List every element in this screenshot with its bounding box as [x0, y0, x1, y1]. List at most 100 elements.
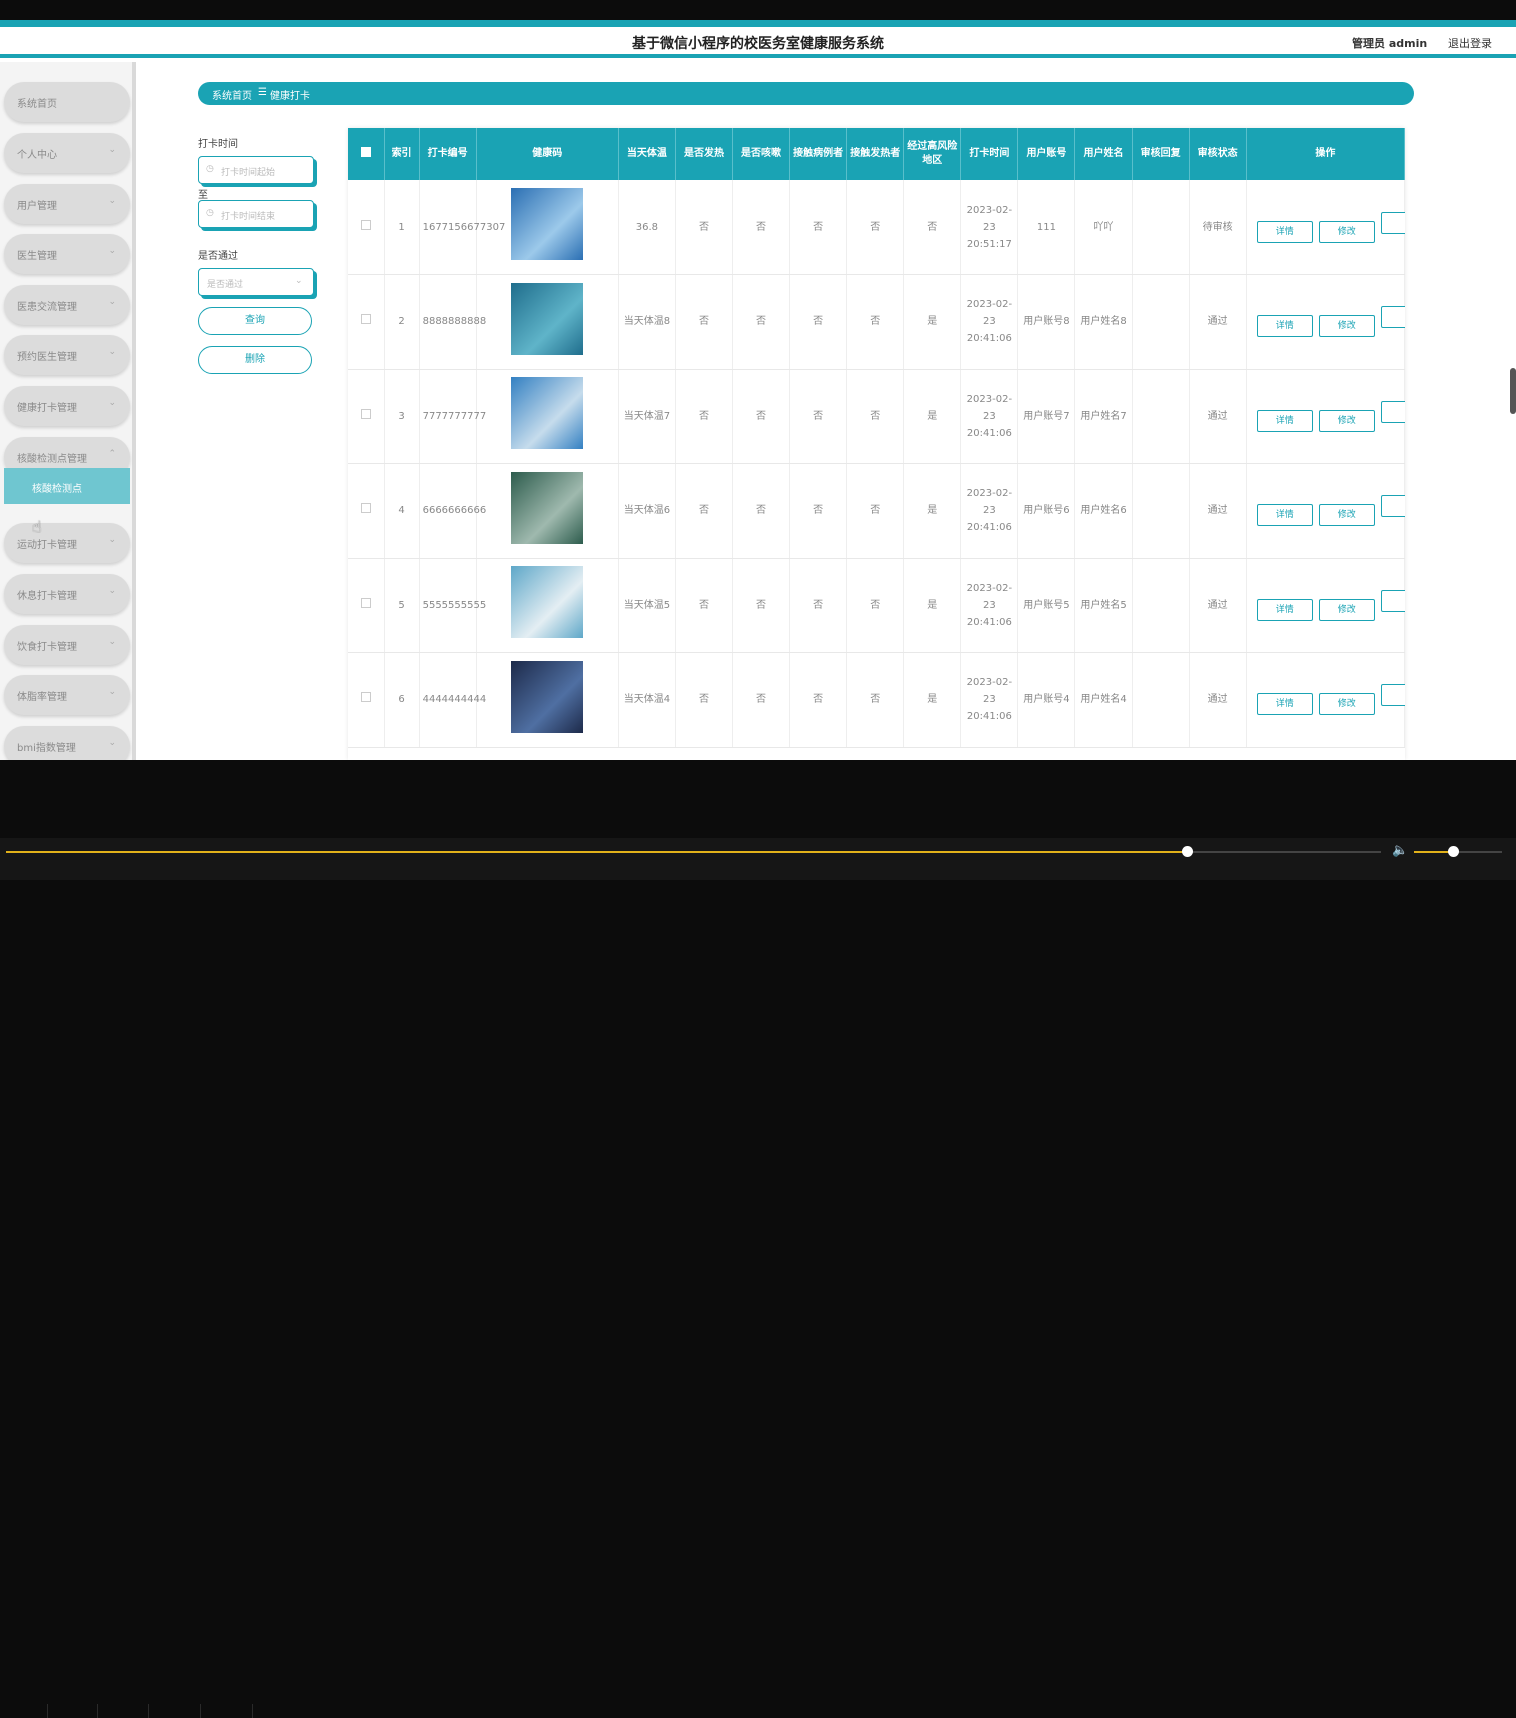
cell-risk: 是 [903, 369, 962, 464]
detail-button[interactable]: 详情 [1256, 315, 1313, 338]
sidebar-item[interactable]: 医患交流管理 ⌄ [4, 285, 130, 325]
cell-time: 2023-02-23 20:41:06 [960, 652, 1019, 748]
detail-button[interactable]: 详情 [1256, 504, 1313, 527]
page-title: 基于微信小程序的校医务室健康服务系统 [632, 36, 884, 52]
clock-icon: ◷ [206, 208, 214, 218]
delete-row-button[interactable] [1380, 589, 1405, 612]
edit-button[interactable]: 修改 [1318, 220, 1375, 243]
column-header: 是否发热 [675, 128, 734, 180]
sidebar-item-label: 预约医生管理 [17, 352, 77, 363]
sidebar-item[interactable]: 医生管理 ⌄ [4, 234, 130, 274]
row-checkbox[interactable] [360, 219, 371, 230]
select-all-checkbox[interactable] [348, 128, 385, 180]
app-window: 基于微信小程序的校医务室健康服务系统 管理员 admin 退出登录 bmi指数管… [0, 27, 1516, 760]
row-checkbox-cell[interactable] [348, 558, 385, 653]
sidebar-item[interactable]: 用户管理 ⌄ [4, 184, 130, 224]
volume-fill [1414, 851, 1453, 853]
end-time-input[interactable]: ◷ 打卡时间结束 [198, 200, 314, 228]
delete-row-button[interactable] [1380, 495, 1405, 518]
volume-knob[interactable] [1447, 846, 1459, 857]
cell-name: 用户姓名4 [1074, 652, 1133, 748]
row-checkbox-cell[interactable] [348, 180, 385, 275]
delete-button[interactable]: 删除 [198, 346, 312, 374]
edit-button[interactable]: 修改 [1318, 315, 1375, 338]
sidebar-item[interactable]: 健康打卡管理 ⌄ [4, 386, 130, 426]
pass-select[interactable]: 是否通过 ⌄ [198, 268, 314, 296]
actions-cell: 详情 修改 [1246, 463, 1405, 559]
sidebar-item[interactable]: 运动打卡管理 ⌄ [4, 523, 130, 563]
sidebar-item[interactable]: 个人中心 ⌄ [4, 133, 130, 173]
scrollbar-thumb[interactable] [1510, 368, 1516, 414]
query-button[interactable]: 查询 [198, 307, 312, 335]
health-code-image[interactable] [511, 282, 584, 355]
health-code-cell [476, 369, 619, 464]
cell-cough: 否 [732, 274, 791, 370]
column-header: 接触发热者 [846, 128, 905, 180]
breadcrumb-home[interactable]: 系统首页 [212, 87, 252, 102]
row-checkbox[interactable] [360, 503, 371, 514]
sidebar-item-label: 医生管理 [17, 251, 57, 262]
health-code-image[interactable] [511, 188, 584, 260]
sidebar-item[interactable]: 系统首页 [4, 82, 130, 122]
edit-button[interactable]: 修改 [1318, 504, 1375, 527]
table-header-row: 索引 打卡编号 健康码 当天体温 是否发热 是否咳嗽 接触病例者 接触发热者 经过高风险地区 打卡… [348, 128, 1405, 180]
column-header: 当天体温 [618, 128, 676, 180]
edit-button[interactable]: 修改 [1318, 598, 1375, 621]
row-checkbox[interactable] [360, 597, 371, 608]
delete-row-button[interactable] [1380, 684, 1405, 707]
cell-reply [1132, 274, 1190, 370]
sidebar-item[interactable]: 饮食打卡管理 ⌄ [4, 625, 130, 665]
detail-button[interactable]: 详情 [1256, 598, 1313, 621]
row-checkbox-cell[interactable] [348, 652, 385, 748]
delete-row-button[interactable] [1380, 211, 1405, 234]
cell-no: 1677156677307 [419, 180, 505, 275]
user-label[interactable]: 管理员 admin [1352, 35, 1427, 51]
sidebar-item-label: 健康打卡管理 [17, 403, 77, 414]
cell-cough: 否 [732, 463, 791, 559]
health-code-image[interactable] [511, 660, 584, 733]
health-code-image[interactable] [511, 471, 584, 544]
start-time-input[interactable]: ◷ 打卡时间起始 [198, 156, 314, 184]
detail-button[interactable]: 详情 [1256, 220, 1313, 243]
sidebar-item[interactable]: 体脂率管理 ⌄ [4, 675, 130, 715]
cell-reply [1132, 180, 1190, 275]
volume-icon[interactable]: 🔈 [1392, 843, 1408, 858]
row-checkbox[interactable] [360, 314, 371, 325]
cell-account: 用户账号8 [1017, 274, 1076, 370]
cell-risk: 否 [903, 180, 962, 275]
breadcrumb-current: 健康打卡 [270, 91, 310, 102]
row-checkbox-cell[interactable] [348, 463, 385, 559]
sidebar-item-label: 系统首页 [17, 99, 57, 110]
cell-no: 7777777777 [419, 369, 486, 464]
edit-button[interactable]: 修改 [1318, 409, 1375, 432]
sidebar-item[interactable]: 预约医生管理 ⌄ [4, 335, 130, 375]
checkbox[interactable] [360, 146, 371, 157]
top-accent-strip [0, 20, 1516, 27]
column-header: 索引 [384, 128, 420, 180]
cell-status: 通过 [1189, 274, 1247, 370]
health-code-image[interactable] [511, 566, 584, 639]
table-row: 1 1677156677307 36.8 否否否否否 2023-02-23 20:51:… [348, 180, 1405, 275]
control-segment [205, 1704, 253, 1718]
delete-row-button[interactable] [1380, 400, 1405, 423]
video-player-bar [0, 838, 1516, 1718]
edit-button[interactable]: 修改 [1318, 693, 1375, 716]
video-progress-bar[interactable] [6, 851, 1381, 853]
row-checkbox[interactable] [360, 692, 371, 703]
column-header: 经过高风险地区 [903, 128, 962, 180]
breadcrumb: 系统首页 ☰ 健康打卡 [198, 82, 1414, 105]
sidebar-item[interactable]: bmi指数管理 ⌄ [4, 726, 130, 760]
health-code-cell [476, 558, 619, 653]
detail-button[interactable]: 详情 [1256, 693, 1313, 716]
row-checkbox-cell[interactable] [348, 274, 385, 370]
logout-link[interactable]: 退出登录 [1448, 35, 1492, 51]
row-checkbox[interactable] [360, 408, 371, 419]
cell-contact-fever: 否 [846, 180, 905, 275]
detail-button[interactable]: 详情 [1256, 409, 1313, 432]
sidebar-item[interactable]: 休息打卡管理 ⌄ [4, 574, 130, 614]
row-checkbox-cell[interactable] [348, 369, 385, 464]
delete-row-button[interactable] [1380, 306, 1405, 329]
sidebar-subitem-nucleic-test-point[interactable]: 核酸检测点 [4, 468, 130, 504]
cell-contact-case: 否 [789, 652, 848, 748]
health-code-image[interactable] [511, 377, 584, 450]
